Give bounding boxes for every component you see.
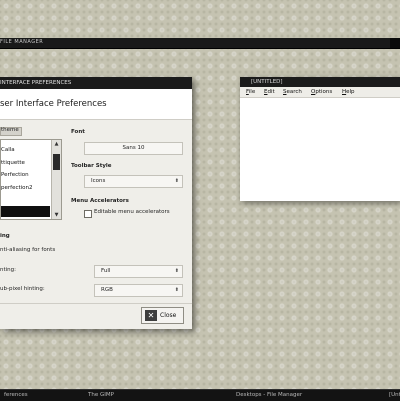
theme-list-selected-item[interactable] <box>1 206 50 217</box>
tab-theme-label: theme <box>1 127 19 133</box>
file-manager-bar[interactable]: FILE MANAGER <box>0 38 400 49</box>
close-icon: ✕ <box>145 310 157 321</box>
toolbar-style-section-label: Toolbar Style <box>71 163 112 169</box>
close-button[interactable]: ✕ Close <box>141 307 184 324</box>
font-value: Sans 10 <box>122 145 145 151</box>
theme-list-item[interactable]: ttiquette <box>1 159 51 168</box>
taskbar-item-untitled[interactable]: [Unt <box>389 390 400 401</box>
preferences-titlebar[interactable]: INTERFACE PREFERENCES <box>0 77 192 89</box>
file-manager-title: FILE MANAGER <box>0 39 44 45</box>
preferences-content: theme Calla ttiquette Perfection perfect… <box>0 120 192 329</box>
taskbar: ferences The GIMP Desktops - File Manage… <box>0 389 400 401</box>
menu-file[interactable]: File <box>246 87 255 97</box>
close-button-label: Close <box>160 312 177 319</box>
combo-arrows-icon: ⬍ <box>174 287 179 293</box>
theme-list[interactable]: Calla ttiquette Perfection perfection2 ▲… <box>0 139 62 220</box>
file-manager-bar-end <box>390 38 400 48</box>
scroll-up-arrow-icon[interactable]: ▲ <box>52 140 61 148</box>
toolbar-style-value: Icons <box>91 178 106 184</box>
combo-arrows-icon: ⬍ <box>174 178 179 184</box>
menu-accelerators-section-label: Menu Accelerators <box>71 198 129 204</box>
untitled-window-title: [UNTITLED] <box>251 79 283 85</box>
subpixel-hinting-combo[interactable]: RGB ⬍ <box>94 284 183 297</box>
toolbar-style-combo[interactable]: Icons ⬍ <box>84 175 183 188</box>
theme-list-item[interactable]: Calla <box>1 146 51 155</box>
editable-accelerators-checkbox[interactable] <box>84 210 92 218</box>
untitled-titlebar[interactable]: [UNTITLED] <box>240 77 400 87</box>
font-section-label: Font <box>71 129 85 135</box>
menu-options[interactable]: Options <box>311 87 332 97</box>
menu-search[interactable]: Search <box>283 87 302 97</box>
combo-arrows-icon: ⬍ <box>174 268 179 274</box>
menu-help[interactable]: Help <box>342 87 355 97</box>
subpixel-hinting-value: RGB <box>101 287 113 293</box>
scrollbar-thumb[interactable] <box>53 154 60 170</box>
preferences-header: ser Interface Preferences <box>0 89 192 120</box>
preferences-header-title: ser Interface Preferences <box>0 99 107 109</box>
tab-theme[interactable]: theme <box>0 127 22 136</box>
hinting-combo[interactable]: Full ⬍ <box>94 265 183 278</box>
preferences-window[interactable]: INTERFACE PREFERENCES ser Interface Pref… <box>0 77 192 329</box>
taskbar-item-file-manager[interactable]: Desktops - File Manager <box>236 390 302 401</box>
untitled-menubar: File Edit Search Options Help <box>240 87 400 98</box>
editable-accelerators-label: Editable menu accelerators <box>94 209 170 215</box>
taskbar-item-preferences[interactable]: ferences <box>4 390 28 401</box>
taskbar-item-gimp[interactable]: The GIMP <box>88 390 114 401</box>
antialias-label: nti-aliasing for fonts <box>0 247 56 253</box>
theme-list-scrollbar[interactable]: ▲ ▼ <box>51 140 61 219</box>
subpixel-hinting-label: ub-pixel hinting: <box>0 286 45 292</box>
untitled-editor-window[interactable]: [UNTITLED] File Edit Search Options Help <box>240 77 400 201</box>
theme-list-item[interactable]: Perfection <box>1 171 51 180</box>
scroll-down-arrow-icon[interactable]: ▼ <box>52 211 61 219</box>
hinting-value: Full <box>101 268 111 274</box>
preferences-window-title: INTERFACE PREFERENCES <box>0 80 72 86</box>
theme-list-item[interactable]: perfection2 <box>1 184 51 193</box>
divider <box>0 303 192 304</box>
menu-edit[interactable]: Edit <box>264 87 275 97</box>
antialias-section-label: ing <box>0 233 10 239</box>
text-editor-area[interactable] <box>244 98 400 201</box>
hinting-label: nting: <box>0 267 17 273</box>
font-selector-button[interactable]: Sans 10 <box>84 142 183 155</box>
